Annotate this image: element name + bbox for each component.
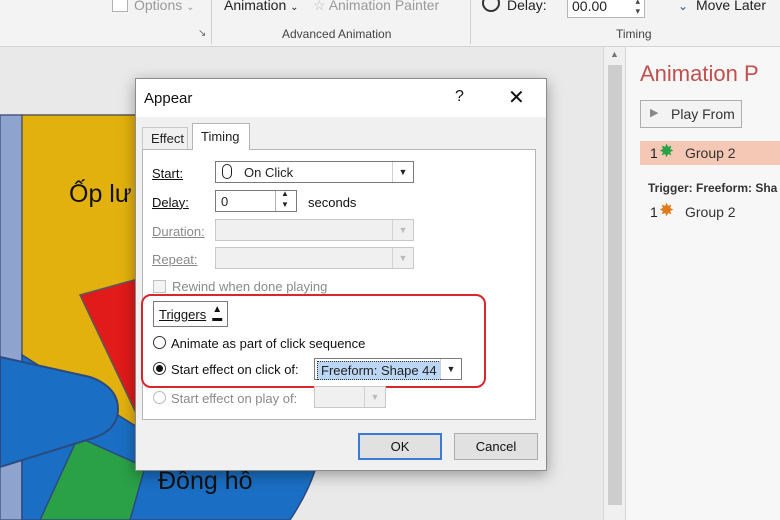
start-on-play-radio[interactable]	[153, 391, 166, 404]
animate-sequence-label: Animate as part of click sequence	[171, 336, 366, 351]
spin-down-icon[interactable]: ▼	[281, 200, 289, 209]
play-from-button[interactable]: ▶ Play From	[640, 100, 742, 128]
ok-label: OK	[390, 439, 410, 454]
chevron-down-icon[interactable]: ▼	[392, 248, 413, 268]
play-from-label: Play From	[671, 106, 735, 122]
pane-title: Animation P	[640, 61, 759, 86]
start-label: Start:	[152, 166, 184, 181]
appear-star-icon: ✸	[659, 141, 675, 161]
options-button[interactable]: Options ⌄	[134, 0, 195, 13]
start-on-click-select[interactable]: Freeform: Shape 44 ▼	[314, 358, 462, 380]
seconds-label: seconds	[308, 195, 357, 210]
options-label: Options	[134, 0, 183, 13]
options-checkbox[interactable]	[112, 0, 128, 12]
advanced-animation-group-label: Advanced Animation	[282, 27, 392, 41]
tab-timing[interactable]: Timing	[192, 123, 250, 150]
timing-group-label: Timing	[616, 27, 652, 41]
trigger-header: Trigger: Freeform: Sha	[648, 181, 778, 195]
tab-effect-label: Effect	[151, 131, 185, 146]
animation-list-item[interactable]: 1 ✸ Group 2	[640, 200, 780, 224]
duration-label: Duration:	[152, 224, 205, 239]
chevron-down-icon: ⌄	[678, 0, 689, 13]
start-on-click-radio[interactable]	[153, 362, 166, 375]
animation-painter-button[interactable]: ☆ Animation Painter	[313, 0, 439, 14]
item-label: Group 2	[685, 145, 736, 161]
spin-up-icon[interactable]: ▲	[281, 189, 289, 198]
animation-list-item-selected[interactable]: 1 ✸ Group 2	[640, 141, 780, 165]
ok-button[interactable]: OK	[358, 433, 442, 460]
start-select[interactable]: On Click ▼	[215, 161, 414, 183]
chevron-down-icon: ⌄	[186, 2, 195, 13]
close-icon[interactable]: ✕	[508, 85, 525, 110]
triggers-button[interactable]: Triggers ▲ ▬	[153, 301, 228, 327]
dialog-title: Appear	[144, 90, 193, 107]
item-number: 1	[650, 145, 658, 161]
scroll-up-icon[interactable]: ▲	[610, 49, 619, 59]
animate-sequence-radio[interactable]	[153, 336, 166, 349]
chevron-down-icon: ⌄	[290, 2, 299, 13]
delay-input-value: 0	[221, 194, 229, 209]
animation-pane: Animation P ▶ Play From 1 ✸ Group 2 Trig…	[625, 47, 780, 520]
delay-spinner[interactable]: ▲ ▼	[275, 189, 296, 211]
chevron-down-icon[interactable]: ▼	[392, 220, 413, 240]
tab-effect[interactable]: Effect	[142, 127, 188, 149]
delay-label: Delay:	[152, 195, 189, 210]
chevron-down-icon[interactable]: ▼	[392, 162, 413, 182]
spin-arrows-icon[interactable]: ▴ ▾	[635, 0, 640, 16]
collapse-icon: ▲ ▬	[212, 304, 223, 324]
dialog-launcher-icon[interactable]: ↘	[198, 28, 206, 39]
appear-dialog: Appear ? ✕ Effect Timing Start: On Click…	[135, 78, 547, 471]
chevron-down-icon[interactable]: ▼	[364, 387, 385, 407]
delay-label: Delay:	[507, 0, 547, 13]
chevron-down-icon[interactable]: ▼	[440, 359, 461, 379]
radio-dot	[156, 365, 163, 372]
duration-select[interactable]: ▼	[215, 219, 414, 241]
animation-painter-label: Animation Painter	[328, 0, 440, 13]
animation-dropdown[interactable]: Animation ⌄	[224, 0, 299, 13]
rewind-label: Rewind when done playing	[172, 279, 328, 294]
mouse-icon	[222, 164, 232, 179]
start-on-click-value: Freeform: Shape 44	[317, 361, 441, 380]
delay-value: 00.00	[572, 0, 608, 14]
vertical-scrollbar[interactable]: ▲	[603, 47, 626, 520]
start-on-play-label: Start effect on play of:	[171, 391, 298, 406]
slide-text-top[interactable]: Ốp lư	[69, 180, 132, 209]
delay-spinner[interactable]: 00.00 ▴ ▾	[567, 0, 645, 18]
item-label: Group 2	[685, 204, 736, 220]
dialog-title-bar[interactable]: Appear ? ✕	[136, 79, 546, 117]
play-icon: ▶	[650, 107, 659, 119]
slide-text-bottom[interactable]: Đồng hồ	[158, 467, 253, 496]
move-later-button[interactable]: ⌄ Move Later	[678, 0, 766, 13]
tab-timing-label: Timing	[201, 129, 240, 144]
scroll-thumb[interactable]	[608, 65, 622, 505]
cancel-button[interactable]: Cancel	[454, 433, 538, 460]
animation-label: Animation	[224, 0, 287, 13]
delay-input[interactable]: 0 ▲ ▼	[215, 189, 297, 212]
trigger-star-icon: ✸	[659, 200, 675, 220]
triggers-label: Triggers	[159, 306, 207, 322]
start-on-play-select[interactable]: ▼	[314, 386, 386, 408]
rewind-checkbox[interactable]	[153, 280, 166, 293]
clock-icon	[482, 0, 500, 12]
repeat-select[interactable]: ▼	[215, 247, 414, 269]
start-value: On Click	[244, 165, 294, 180]
repeat-label: Repeat:	[152, 252, 198, 267]
cancel-label: Cancel	[475, 439, 517, 454]
star-brush-icon: ☆	[313, 0, 326, 13]
ribbon: Options ⌄ Animation ⌄ ☆ Animation Painte…	[0, 0, 780, 47]
start-on-click-label: Start effect on click of:	[171, 362, 299, 377]
move-later-label: Move Later	[695, 0, 766, 13]
item-number: 1	[650, 204, 658, 220]
help-button[interactable]: ?	[455, 88, 464, 106]
